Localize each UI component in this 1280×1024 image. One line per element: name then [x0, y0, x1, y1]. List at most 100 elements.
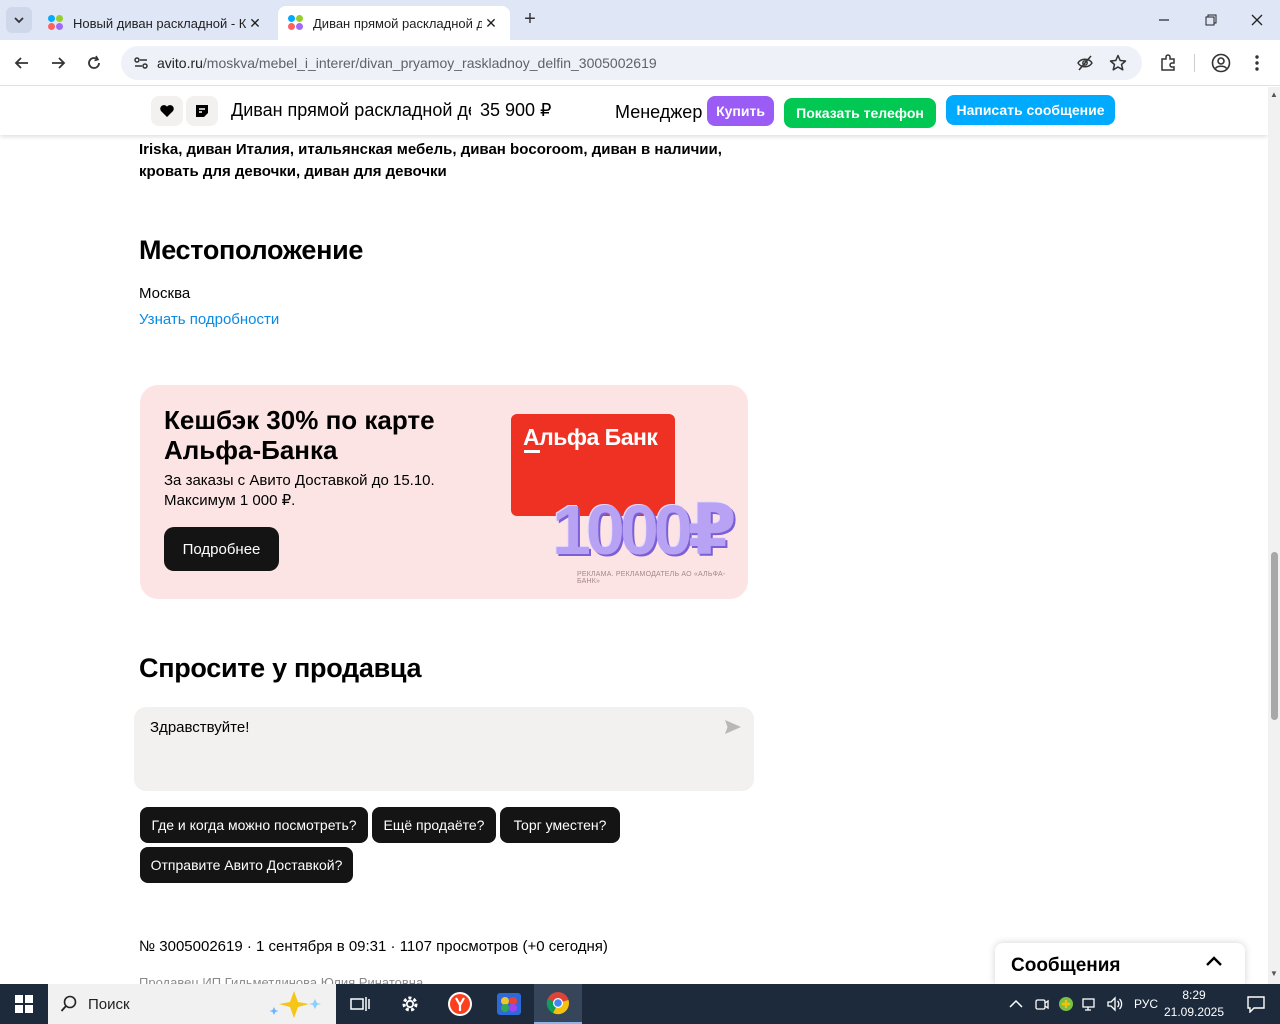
sparkle-icon [269, 991, 321, 1018]
write-message-button[interactable]: Написать сообщение [946, 95, 1115, 125]
page-scrollbar[interactable]: ▲ ▼ [1268, 87, 1280, 984]
photos-icon [497, 993, 521, 1015]
forward-button[interactable] [44, 49, 72, 77]
extensions-button[interactable] [1154, 49, 1182, 77]
toolbar-divider [1194, 54, 1195, 72]
sticky-listing-header: Диван прямой раскладной де... 35 900 ₽ М… [0, 87, 1268, 135]
gear-icon [402, 996, 418, 1012]
seller-name: Продавец ИП Гильметдинова Юлия Ринатовна [139, 975, 424, 984]
browser-toolbar: avito.ru/moskva/mebel_i_interer/divan_pr… [0, 40, 1280, 86]
favorite-button[interactable] [151, 96, 183, 126]
minimize-button[interactable] [1141, 0, 1187, 40]
account-circle-icon [1211, 53, 1231, 73]
address-bar[interactable]: avito.ru/moskva/mebel_i_interer/divan_pr… [121, 46, 1142, 80]
volume-icon[interactable] [1106, 996, 1124, 1012]
listing-price: 35 900 ₽ [480, 100, 552, 120]
promo-title: Кешбэк 30% по карте Альфа-Банка [164, 405, 435, 465]
note-icon [196, 105, 208, 117]
yandex-browser-button[interactable] [436, 984, 484, 1024]
close-tab-icon[interactable]: ✕ [246, 15, 264, 32]
location-heading: Местоположение [139, 235, 364, 265]
promo-details-button[interactable]: Подробнее [164, 527, 279, 571]
meet-now-icon[interactable] [1035, 997, 1049, 1011]
start-button[interactable] [0, 984, 48, 1024]
show-phone-button[interactable]: Показать телефон [784, 98, 936, 128]
messages-widget[interactable]: Сообщения [995, 943, 1245, 984]
reload-button[interactable] [80, 49, 108, 77]
tab-title: Новый диван раскладной - Ку [73, 15, 246, 31]
browser-tab-1[interactable]: Новый диван раскладной - Ку ✕ [38, 6, 274, 40]
restore-button[interactable] [1188, 0, 1234, 40]
clock-date: 21.09.2025 [1163, 1005, 1225, 1019]
minimize-icon [1159, 19, 1169, 21]
seller-type: Менеджер [615, 102, 703, 122]
tab-search-button[interactable] [6, 7, 32, 33]
task-view-button[interactable] [336, 984, 384, 1024]
browser-tab-2[interactable]: Диван прямой раскладной де ✕ [278, 6, 510, 40]
chevron-up-icon[interactable] [1009, 999, 1023, 1009]
arrow-right-icon [52, 57, 66, 69]
alfa-bank-promo-banner[interactable]: Кешбэк 30% по карте Альфа-Банка За заказ… [140, 385, 748, 599]
listing-title: Диван прямой раскладной де... [231, 100, 471, 120]
chevron-down-icon [14, 17, 24, 24]
puzzle-icon [1161, 54, 1175, 71]
settings-app-button[interactable] [386, 984, 434, 1024]
browser-menu-button[interactable] [1243, 49, 1271, 77]
quick-question-chip[interactable]: Торг уместен? [500, 807, 620, 843]
windows-taskbar: Поиск РУС 8:29 21.09.2025 [0, 984, 1280, 1024]
page-viewport: Диван прямой раскладной де... 35 900 ₽ М… [0, 87, 1268, 984]
note-button[interactable] [186, 96, 218, 126]
photos-app-button[interactable] [485, 984, 533, 1024]
quick-question-chip[interactable]: Ещё продаёте? [372, 807, 496, 843]
arrow-left-icon [14, 57, 28, 69]
app-status-icon[interactable] [1058, 996, 1074, 1012]
quick-question-chip[interactable]: Где и когда можно посмотреть? [140, 807, 368, 843]
browser-tab-bar: Новый диван раскладной - Ку ✕ Диван прям… [0, 0, 1280, 40]
ask-message-text: Здравствуйте! [150, 719, 250, 736]
new-tab-button[interactable]: + [518, 8, 542, 32]
task-view-icon [350, 997, 370, 1011]
close-tab-icon[interactable]: ✕ [482, 15, 500, 32]
close-window-button[interactable] [1234, 0, 1280, 40]
yandex-icon [448, 992, 472, 1016]
quick-question-chip[interactable]: Отправите Авито Доставкой? [140, 847, 353, 883]
back-button[interactable] [8, 49, 36, 77]
chrome-button[interactable] [534, 984, 582, 1024]
system-tray: РУС [1009, 984, 1158, 1024]
ad-disclaimer: РЕКЛАМА. РЕКЛАМОДАТЕЛЬ АО «АЛЬФА-БАНК» [577, 571, 726, 585]
scrollbar-thumb[interactable] [1271, 552, 1278, 720]
avito-favicon [288, 15, 304, 31]
windows-logo-icon [15, 995, 33, 1013]
card-logo-underline [524, 450, 540, 453]
scroll-down-arrow[interactable]: ▼ [1270, 969, 1278, 978]
notifications-button[interactable] [1232, 984, 1280, 1024]
buy-button[interactable]: Купить [707, 96, 774, 126]
promo-amount: 1000₽ [552, 491, 736, 569]
site-settings-icon[interactable] [133, 55, 149, 71]
chrome-icon [546, 992, 569, 1015]
ask-seller-input[interactable]: Здравствуйте! [134, 707, 754, 791]
eye-off-icon[interactable] [1076, 54, 1094, 72]
profile-button[interactable] [1207, 49, 1235, 77]
promo-subtitle: За заказы с Авито Доставкой до 15.10. Ма… [164, 472, 435, 509]
network-icon[interactable] [1082, 996, 1098, 1012]
tab-title: Диван прямой раскладной де [313, 15, 482, 31]
avito-favicon [48, 15, 64, 31]
location-details-link[interactable]: Узнать подробности [139, 311, 279, 328]
more-vertical-icon [1255, 55, 1259, 71]
restore-icon [1205, 14, 1217, 26]
chevron-up-icon[interactable] [1205, 955, 1223, 967]
search-icon [60, 995, 77, 1012]
location-city: Москва [139, 285, 191, 302]
bookmark-star-icon[interactable] [1109, 54, 1127, 72]
taskbar-clock[interactable]: 8:29 21.09.2025 [1160, 987, 1228, 1021]
taskbar-search[interactable]: Поиск [48, 984, 336, 1024]
send-icon[interactable] [724, 719, 742, 735]
listing-meta: № 3005002619 · 1 сентября в 09:31 · 1107… [139, 938, 608, 955]
clock-time: 8:29 [1182, 988, 1206, 1002]
input-language[interactable]: РУС [1134, 997, 1158, 1011]
reload-icon [88, 55, 100, 69]
close-icon [1251, 14, 1263, 26]
notification-icon [1247, 996, 1265, 1013]
scroll-up-arrow[interactable]: ▲ [1270, 90, 1278, 99]
